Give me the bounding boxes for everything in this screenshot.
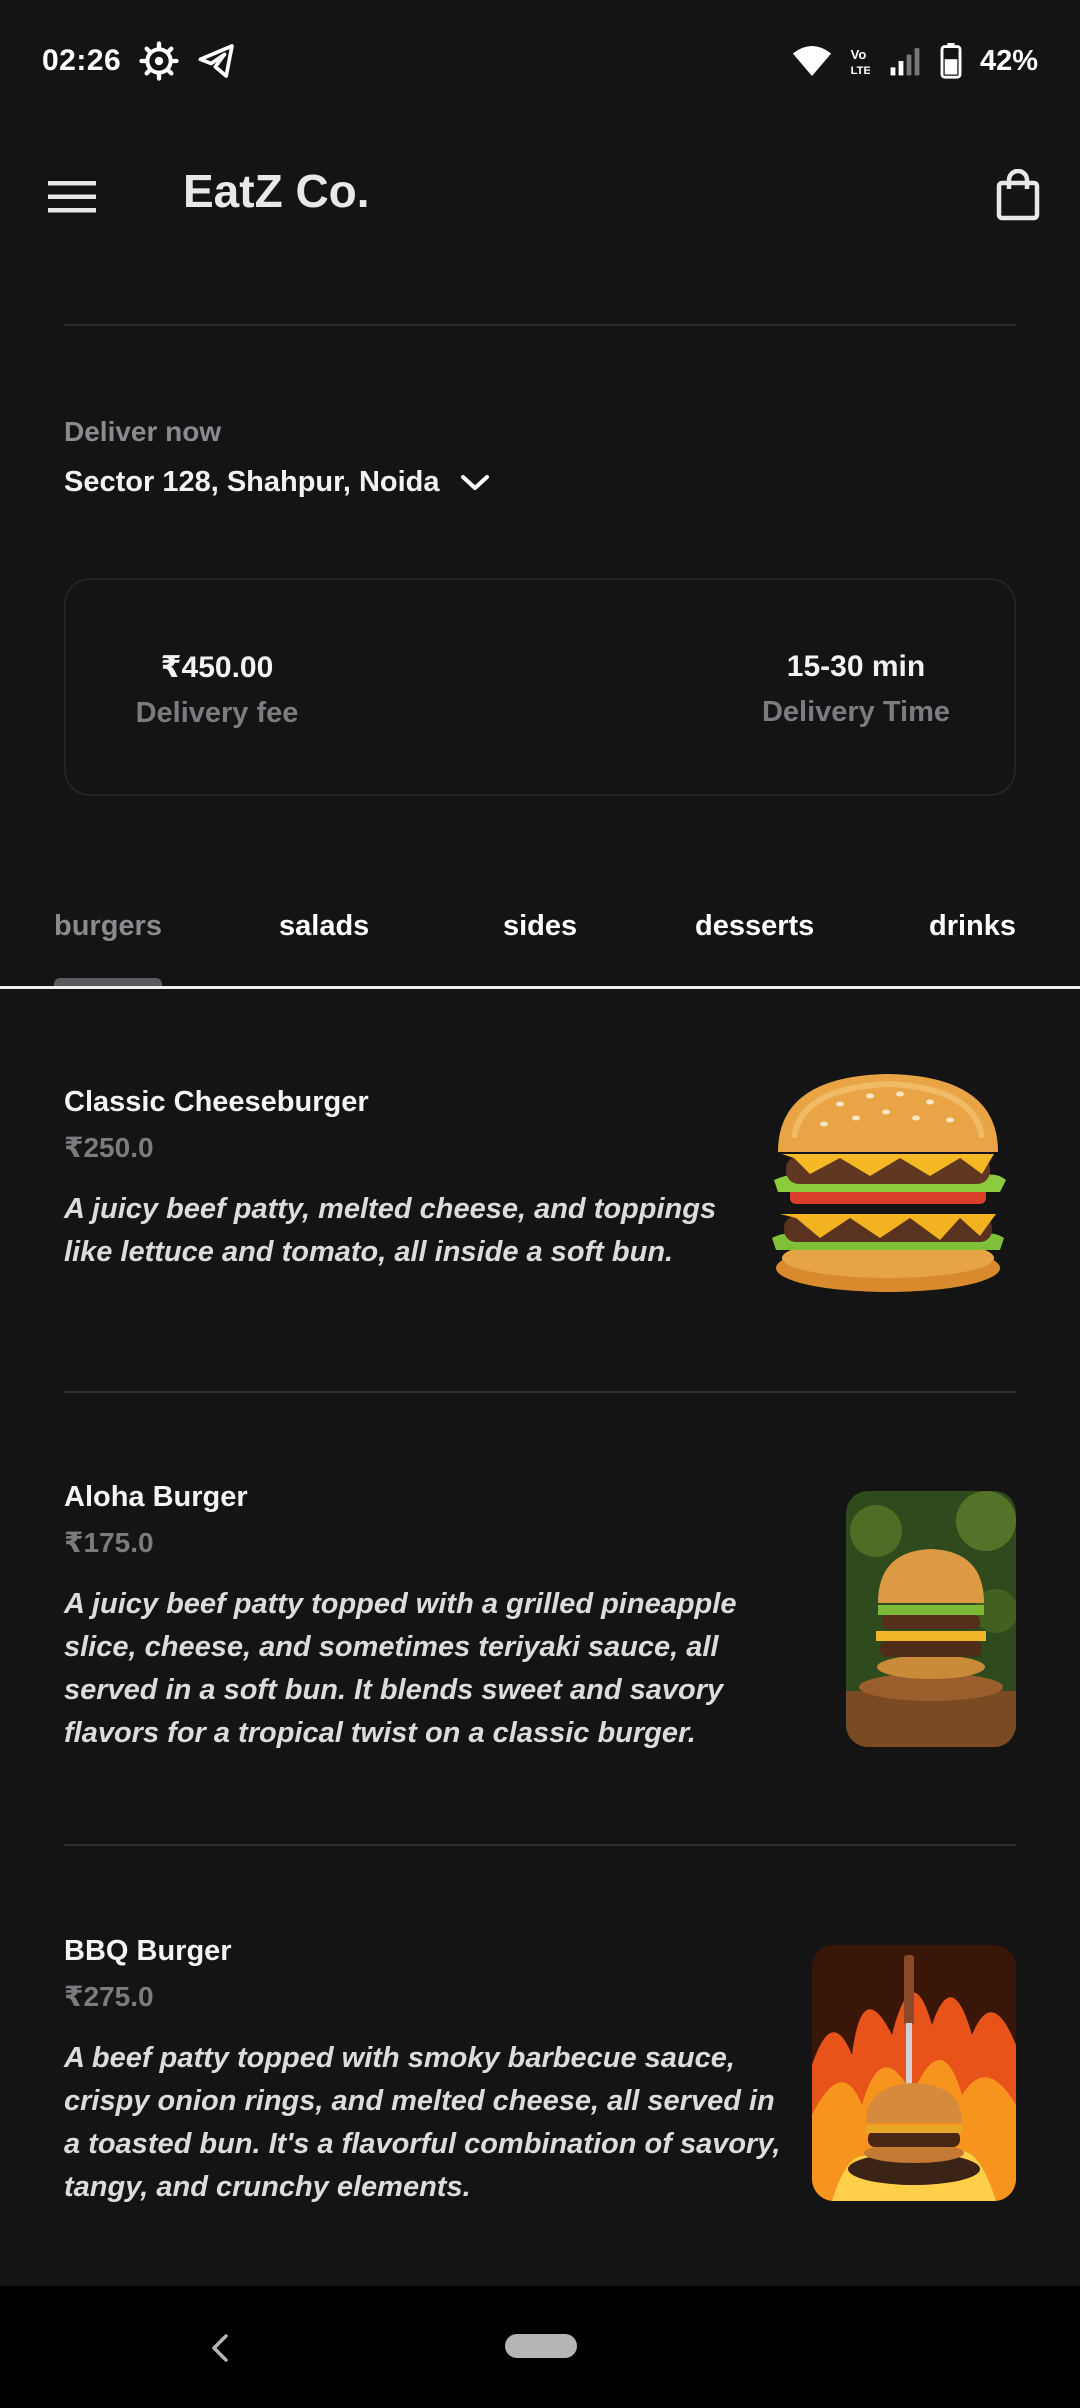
item-divider (64, 1844, 1016, 1846)
chevron-down-icon (460, 474, 489, 490)
tabs-underline (0, 986, 1080, 989)
item-price: ₹275.0 (64, 1981, 154, 2012)
shopping-bag-icon (996, 169, 1040, 221)
status-bar: 02:26 Vo LTE 42% (0, 0, 1080, 122)
item-price: ₹250.0 (64, 1132, 154, 1163)
signal-icon (888, 45, 922, 77)
menu-item-classic-cheeseburger[interactable]: Classic Cheeseburger ₹250.0 A juicy beef… (64, 1086, 744, 1274)
telegram-icon (197, 41, 237, 81)
menu-item-bbq-burger[interactable]: BBQ Burger ₹275.0 A beef patty topped wi… (64, 1935, 786, 2209)
category-tabs: burgers salads sides desserts drinks (0, 890, 1080, 990)
delivery-fee-block: ₹450.00 Delivery fee (132, 650, 302, 730)
tab-desserts[interactable]: desserts (695, 910, 814, 943)
deliver-label: Deliver now (64, 416, 222, 447)
delivery-time-label: Delivery Time (761, 696, 951, 728)
svg-text:Vo: Vo (851, 47, 867, 62)
tab-sides[interactable]: sides (503, 910, 577, 943)
settings-gear-icon (139, 41, 179, 81)
battery-percent: 42% (979, 44, 1038, 77)
delivery-info-card: ₹450.00 Delivery fee 15-30 min Delivery … (64, 578, 1016, 796)
delivery-time-block: 15-30 min Delivery Time (756, 650, 956, 729)
item-price: ₹175.0 (64, 1527, 154, 1558)
battery-icon (940, 43, 962, 79)
item-description: A beef patty topped with smoky barbecue … (64, 2042, 781, 2203)
menu-button[interactable] (44, 172, 100, 222)
delivery-fee-value: ₹450.00 (160, 651, 274, 684)
aloha-burger-image[interactable] (846, 1491, 1016, 1747)
volte-icon: Vo LTE (850, 46, 870, 76)
item-name: BBQ Burger (64, 1935, 232, 1967)
address-selector[interactable]: Sector 128, Shahpur, Noida (64, 466, 490, 499)
svg-text:LTE: LTE (851, 65, 870, 76)
header-divider (64, 324, 1016, 326)
nav-back-button[interactable] (200, 2318, 240, 2378)
item-description: A juicy beef patty topped with a grilled… (64, 1588, 737, 1749)
delivery-address: Sector 128, Shahpur, Noida (64, 466, 440, 498)
item-name: Aloha Burger (64, 1481, 248, 1513)
nav-home-pill[interactable] (505, 2334, 577, 2358)
tab-drinks[interactable]: drinks (929, 910, 1016, 943)
menu-item-aloha-burger[interactable]: Aloha Burger ₹175.0 A juicy beef patty t… (64, 1481, 764, 1755)
item-divider (64, 1391, 1016, 1393)
hamburger-menu-icon (48, 181, 96, 213)
cart-button[interactable] (990, 164, 1046, 226)
status-bar-left: 02:26 (42, 41, 237, 81)
tab-salads[interactable]: salads (279, 910, 369, 943)
app-bar: EatZ Co. (0, 140, 1080, 250)
status-time: 02:26 (42, 44, 122, 77)
system-navigation-bar (0, 2286, 1080, 2408)
status-bar-right: Vo LTE 42% (792, 43, 1038, 79)
bbq-burger-image[interactable] (812, 1945, 1016, 2201)
classic-cheeseburger-image[interactable] (760, 1068, 1016, 1294)
app-title: EatZ Co. (183, 165, 370, 217)
wifi-icon (792, 44, 832, 78)
back-chevron-icon (212, 2334, 228, 2362)
delivery-time-value: 15-30 min (786, 650, 926, 683)
tab-burgers[interactable]: burgers (54, 910, 162, 943)
item-description: A juicy beef patty, melted cheese, and t… (64, 1193, 717, 1268)
delivery-fee-label: Delivery fee (135, 697, 299, 729)
item-name: Classic Cheeseburger (64, 1086, 369, 1118)
